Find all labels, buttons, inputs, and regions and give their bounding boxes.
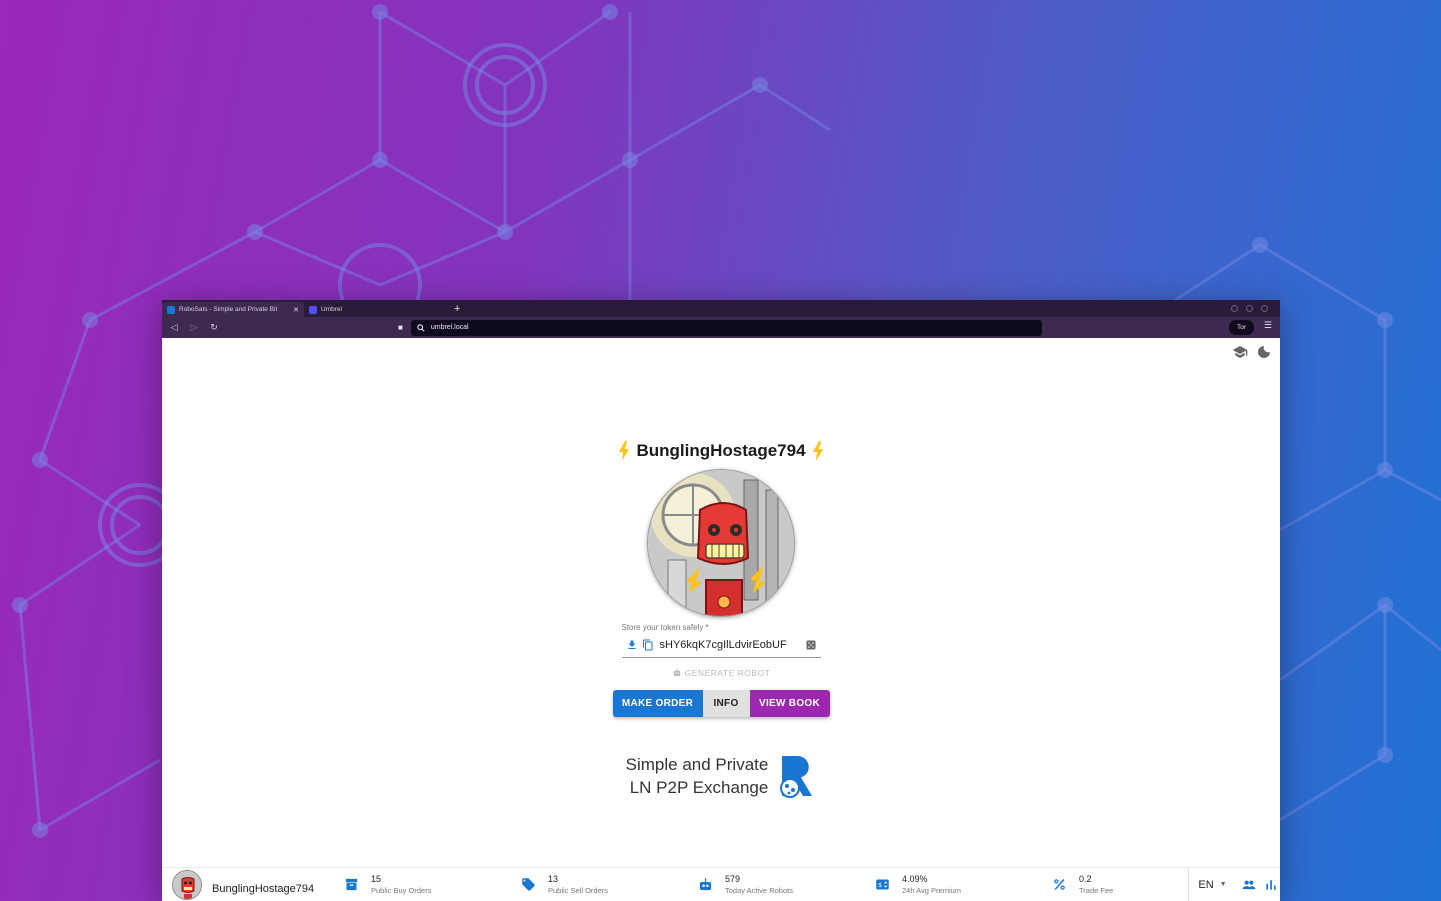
community-icon[interactable] <box>1242 878 1256 892</box>
tagline: Simple and Private LN P2P Exchange <box>626 753 817 799</box>
copy-icon[interactable] <box>642 639 654 651</box>
tab-close-icon[interactable]: ✕ <box>293 306 299 314</box>
bar-chart-icon[interactable] <box>1264 878 1278 892</box>
generate-robot-button[interactable]: GENERATE ROBOT <box>672 668 771 678</box>
download-icon[interactable] <box>626 639 638 651</box>
stat-24h-avg-premium[interactable]: $ 4.09% 24h Avg Premium <box>875 874 1052 895</box>
robosats-page: BunglingHostage794 Store your token safe… <box>162 338 1280 901</box>
robot-avatar <box>647 469 795 617</box>
stat-value: 15 <box>371 874 382 884</box>
forward-icon[interactable]: ▷ <box>188 322 200 333</box>
bolt-icon <box>812 441 823 461</box>
stat-today-active-robots[interactable]: 579 Today Active Robots <box>698 874 875 895</box>
robot-icon <box>699 878 712 891</box>
window-controls <box>1231 300 1280 317</box>
view-book-button[interactable]: VIEW BOOK <box>749 690 830 717</box>
svg-text:$: $ <box>878 882 882 889</box>
token-value: sHY6kqK7cgIlLdvirEobUF <box>659 639 787 651</box>
address-bar[interactable]: umbrel.local <box>410 319 1042 336</box>
bottom-status-bar: BunglingHostage794 15 Public Buy Orders 1… <box>162 867 1280 901</box>
reload-icon[interactable]: ↻ <box>208 322 220 333</box>
robot-section: BunglingHostage794 Store your token safe… <box>162 441 1280 799</box>
bottom-right-icons <box>1242 878 1278 892</box>
tagline-text: Simple and Private LN P2P Exchange <box>626 753 769 799</box>
minimize-icon[interactable] <box>1231 305 1238 312</box>
plus-icon[interactable]: + <box>454 302 460 317</box>
address-text: umbrel.local <box>430 324 469 331</box>
profile-robot-name[interactable]: BunglingHostage794 <box>212 883 344 895</box>
percent-icon <box>1054 879 1065 890</box>
stat-label: Trade Fee <box>1079 886 1114 895</box>
chevron-down-icon: ▼ <box>1219 881 1227 888</box>
tor-button[interactable]: Tor <box>1228 320 1254 335</box>
stat-value: 579 <box>725 874 741 884</box>
bolt-icon <box>619 441 630 461</box>
tagline-line-1: Simple and Private <box>625 755 769 774</box>
tab-umbrel[interactable]: Umbrel <box>304 302 446 317</box>
language-select[interactable]: EN ▼ <box>1188 868 1236 901</box>
main-button-group: MAKE ORDER INFO VIEW BOOK <box>612 690 830 717</box>
price-change-icon: $ <box>876 879 889 890</box>
bookmark-icon[interactable]: ■ <box>398 323 403 332</box>
robot-name: BunglingHostage794 <box>636 441 806 460</box>
stat-label: Public Sell Orders <box>548 886 609 895</box>
menu-icon[interactable]: ☰ <box>1264 320 1272 331</box>
info-button[interactable]: INFO <box>702 690 750 717</box>
tab-title: RoboSats - Simple and Private Bit <box>179 306 278 313</box>
close-window-icon[interactable] <box>1261 305 1268 312</box>
inventory-icon <box>345 878 358 891</box>
tab-robosats[interactable]: RoboSats - Simple and Private Bit ✕ <box>162 302 304 317</box>
stat-value: 4.09% <box>902 874 928 884</box>
token-field: Store your token safely * sHY6kqK7cgIlLd… <box>621 623 821 658</box>
umbrel-favicon-icon <box>309 305 317 314</box>
token-input[interactable]: sHY6kqK7cgIlLdvirEobUF <box>621 634 821 658</box>
language-value: EN <box>1198 878 1214 891</box>
stat-value: 0.2 <box>1079 874 1092 884</box>
robot-icon <box>673 668 680 676</box>
stat-public-buy-orders[interactable]: 15 Public Buy Orders <box>344 874 521 895</box>
stat-value: 13 <box>548 874 559 884</box>
tagline-line-2: LN P2P Exchange <box>629 778 769 797</box>
tag-icon <box>522 878 535 891</box>
top-right-icons <box>1232 344 1272 360</box>
profile-avatar[interactable] <box>172 869 202 900</box>
stat-label: Today Active Robots <box>725 886 793 895</box>
back-icon[interactable]: ◁ <box>168 322 180 333</box>
browser-toolbar: ◁ ▷ ↻ ■ umbrel.local Tor ☰ <box>162 317 1280 338</box>
school-icon[interactable] <box>1232 344 1248 360</box>
make-order-button[interactable]: MAKE ORDER <box>612 690 703 717</box>
token-label: Store your token safely * <box>621 623 709 632</box>
stat-label: 24h Avg Premium <box>902 886 962 895</box>
generate-robot-label: GENERATE ROBOT <box>684 668 771 678</box>
dice-icon[interactable] <box>805 639 817 651</box>
browser-tabbar: RoboSats - Simple and Private Bit ✕ Umbr… <box>162 300 1280 317</box>
tab-title: Umbrel <box>321 306 342 313</box>
browser-window: RoboSats - Simple and Private Bit ✕ Umbr… <box>162 300 1280 901</box>
maximize-icon[interactable] <box>1246 305 1253 312</box>
search-icon <box>417 323 425 332</box>
robosats-logo-icon <box>780 756 813 798</box>
stat-label: Public Buy Orders <box>371 886 432 895</box>
robosats-favicon-icon <box>167 305 175 314</box>
stat-public-sell-orders[interactable]: 13 Public Sell Orders <box>521 874 698 895</box>
dark-mode-icon[interactable] <box>1256 344 1272 360</box>
robot-name-heading: BunglingHostage794 <box>618 441 823 461</box>
